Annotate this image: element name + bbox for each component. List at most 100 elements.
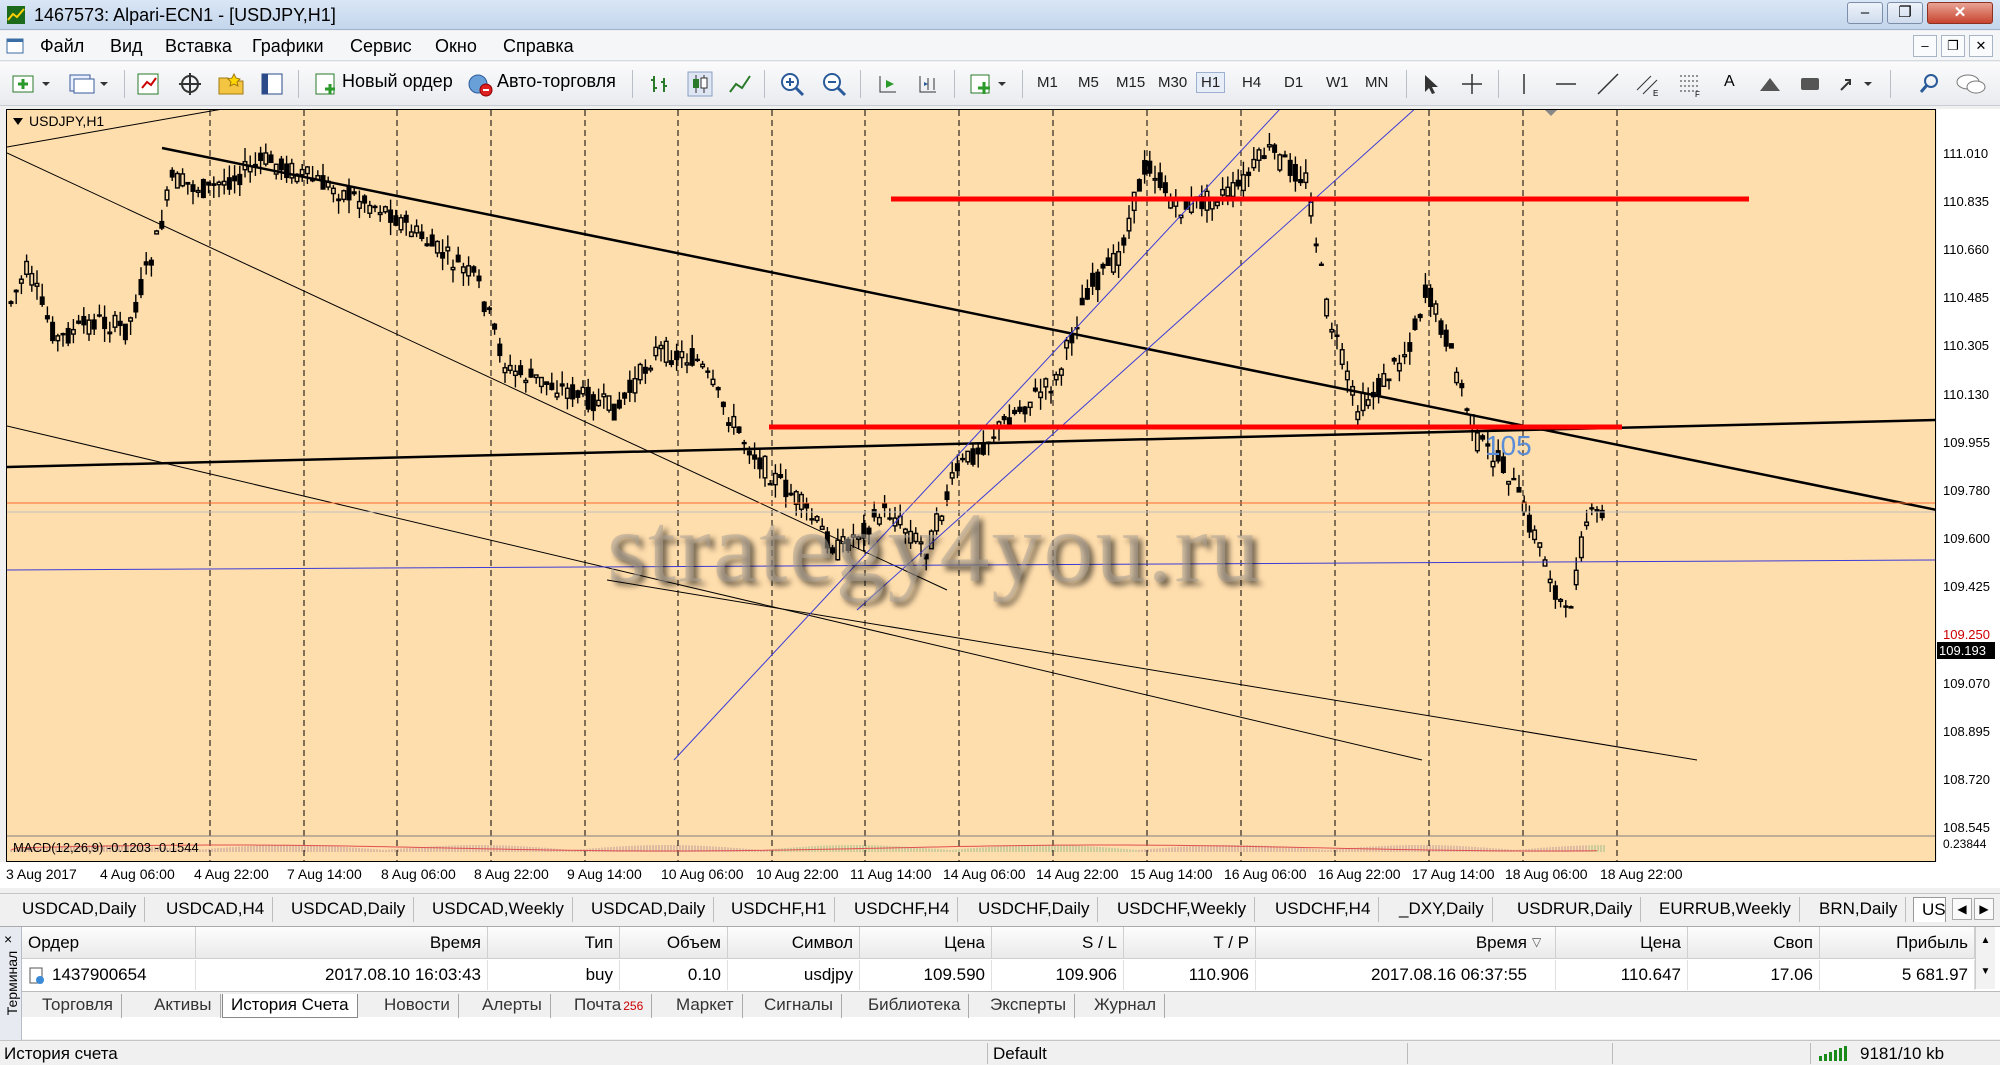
- chart-tab[interactable]: USDCHF,H4: [846, 897, 959, 922]
- vertical-line-icon[interactable]: [1510, 70, 1538, 98]
- text-tool-icon[interactable]: A: [1724, 73, 1735, 91]
- mdi-close-button[interactable]: ✕: [1969, 35, 1993, 57]
- terminal-scrollbar[interactable]: ▲ ▼: [1975, 927, 1995, 989]
- chart-tab[interactable]: USDCAD,Daily: [14, 897, 146, 922]
- crosshair-navigator-icon[interactable]: [176, 70, 204, 98]
- timeframe-h4[interactable]: H4: [1242, 74, 1261, 91]
- triangle-tool-icon[interactable]: [1756, 70, 1784, 98]
- menu-charts[interactable]: Графики: [252, 36, 324, 57]
- tabs-scroll-left-button[interactable]: ◀: [1952, 898, 1972, 920]
- navigator-folder-icon[interactable]: [216, 70, 246, 98]
- menu-tools[interactable]: Сервис: [350, 36, 412, 57]
- column-header-tp[interactable]: T / P: [1124, 927, 1256, 959]
- trend-line-bottom[interactable]: [606, 579, 1698, 761]
- tab-mailbox[interactable]: Почта 256: [566, 994, 653, 1018]
- chart-tab[interactable]: BRN,Daily: [1811, 897, 1907, 922]
- fibonacci-icon[interactable]: F: [1676, 70, 1704, 98]
- arrows-tool-icon[interactable]: [1836, 70, 1880, 98]
- new-chart-icon[interactable]: [10, 70, 56, 98]
- tab-journal[interactable]: Журнал: [1086, 994, 1166, 1018]
- scroll-down-icon[interactable]: ▼: [1976, 966, 1995, 977]
- mdi-restore-button[interactable]: ❐: [1941, 35, 1965, 57]
- tabs-scroll-right-button[interactable]: ▶: [1974, 898, 1994, 920]
- scroll-up-icon[interactable]: ▲: [1976, 935, 1995, 946]
- column-header-profit[interactable]: Прибыль: [1820, 927, 1975, 959]
- indicators-icon[interactable]: [968, 70, 1012, 98]
- chat-icon[interactable]: [1954, 70, 1988, 98]
- zoom-out-icon[interactable]: [820, 70, 848, 98]
- chart-tab[interactable]: USDCHF,H4: [1267, 897, 1380, 922]
- chart-tab[interactable]: EURRUB,Weekly: [1651, 897, 1800, 922]
- auto-trading-button[interactable]: Авто-торговля: [497, 71, 616, 92]
- menu-help[interactable]: Справка: [503, 36, 574, 57]
- auto-trading-icon[interactable]: [466, 70, 494, 98]
- tab-signals[interactable]: Сигналы: [756, 994, 842, 1018]
- tab-news[interactable]: Новости: [376, 994, 459, 1018]
- rectangle-tool-icon[interactable]: [1796, 70, 1824, 98]
- column-header-sl[interactable]: S / L: [992, 927, 1124, 959]
- tab-experts[interactable]: Эксперты: [982, 994, 1076, 1018]
- column-header-close-time[interactable]: Время: [1256, 927, 1556, 959]
- timeframe-w1[interactable]: W1: [1326, 74, 1349, 91]
- tab-library[interactable]: Библиотека: [860, 994, 970, 1018]
- chart-shift-icon[interactable]: [914, 70, 942, 98]
- chart-annotation-text[interactable]: 105: [1485, 430, 1532, 462]
- chart-tab[interactable]: USDCAD,Daily: [283, 897, 415, 922]
- timeframe-m15[interactable]: M15: [1116, 74, 1145, 91]
- chart-tab[interactable]: USDCHF,Weekly: [1109, 897, 1256, 922]
- cursor-icon[interactable]: [1416, 70, 1444, 98]
- terminal-icon[interactable]: [258, 70, 286, 98]
- tab-assets[interactable]: Активы: [146, 994, 221, 1018]
- market-watch-icon[interactable]: [134, 70, 162, 98]
- column-header-open-time[interactable]: Время: [196, 927, 488, 959]
- chart-tab[interactable]: USDCAD,Weekly: [424, 897, 573, 922]
- candlestick-chart-icon[interactable]: [686, 70, 714, 98]
- timeframe-d1[interactable]: D1: [1284, 74, 1303, 91]
- profiles-icon[interactable]: [66, 70, 112, 98]
- bar-chart-icon[interactable]: [646, 70, 674, 98]
- zoom-in-icon[interactable]: [778, 70, 806, 98]
- menu-insert[interactable]: Вставка: [165, 36, 232, 57]
- menu-window[interactable]: Окно: [435, 36, 477, 57]
- chart-tab[interactable]: _DXY,Daily: [1391, 897, 1493, 922]
- chart-tab[interactable]: USDCHF,Daily: [970, 897, 1099, 922]
- status-profile[interactable]: Default: [993, 1044, 1047, 1064]
- timeframe-h1[interactable]: H1: [1196, 72, 1226, 93]
- price-chart[interactable]: USDJPY,H1 MACD(12,26,9) -0.1203 -0.1544 …: [6, 109, 1936, 862]
- chart-tab-active[interactable]: US: [1913, 897, 1946, 922]
- chart-tab[interactable]: USDCAD,H4: [158, 897, 274, 922]
- window-minimize-button[interactable]: –: [1847, 2, 1883, 24]
- chart-tab[interactable]: USDCAD,Daily: [583, 897, 715, 922]
- auto-scroll-icon[interactable]: [874, 70, 902, 98]
- column-header-swap[interactable]: Своп: [1688, 927, 1820, 959]
- window-restore-button[interactable]: ❐: [1887, 2, 1923, 24]
- timeframe-m5[interactable]: M5: [1078, 74, 1099, 91]
- trend-line-icon[interactable]: [1594, 70, 1622, 98]
- chart-window-icon[interactable]: [6, 37, 24, 55]
- column-header-symbol[interactable]: Символ: [728, 927, 860, 959]
- window-close-button[interactable]: ✕: [1927, 2, 1993, 24]
- new-order-button[interactable]: Новый ордер: [342, 71, 453, 92]
- timeframe-m30[interactable]: M30: [1158, 74, 1187, 91]
- mdi-minimize-button[interactable]: –: [1913, 35, 1937, 57]
- column-header-type[interactable]: Тип: [488, 927, 620, 959]
- tab-market[interactable]: Маркет: [668, 994, 743, 1018]
- menu-file[interactable]: Файл: [40, 36, 84, 57]
- column-header-volume[interactable]: Объем: [620, 927, 728, 959]
- new-order-icon[interactable]: [312, 70, 340, 98]
- tab-alerts[interactable]: Алерты: [474, 994, 551, 1018]
- tab-trade[interactable]: Торговля: [34, 994, 123, 1018]
- chart-tab[interactable]: USDRUR,Daily: [1509, 897, 1642, 922]
- chart-shift-marker[interactable]: [1545, 110, 1557, 116]
- column-header-close-price[interactable]: Цена: [1556, 927, 1688, 959]
- column-header-order[interactable]: Ордер: [22, 927, 196, 959]
- tab-account-history[interactable]: История Счета: [222, 994, 358, 1018]
- column-header-open-price[interactable]: Цена: [860, 927, 992, 959]
- crosshair-icon[interactable]: [1458, 70, 1486, 98]
- menu-view[interactable]: Вид: [110, 36, 143, 57]
- timeframe-m1[interactable]: M1: [1037, 74, 1058, 91]
- symbol-menu-triangle[interactable]: [13, 118, 23, 125]
- equidistant-channel-icon[interactable]: E: [1634, 70, 1662, 98]
- search-icon[interactable]: [1916, 70, 1944, 98]
- line-chart-icon[interactable]: [726, 70, 754, 98]
